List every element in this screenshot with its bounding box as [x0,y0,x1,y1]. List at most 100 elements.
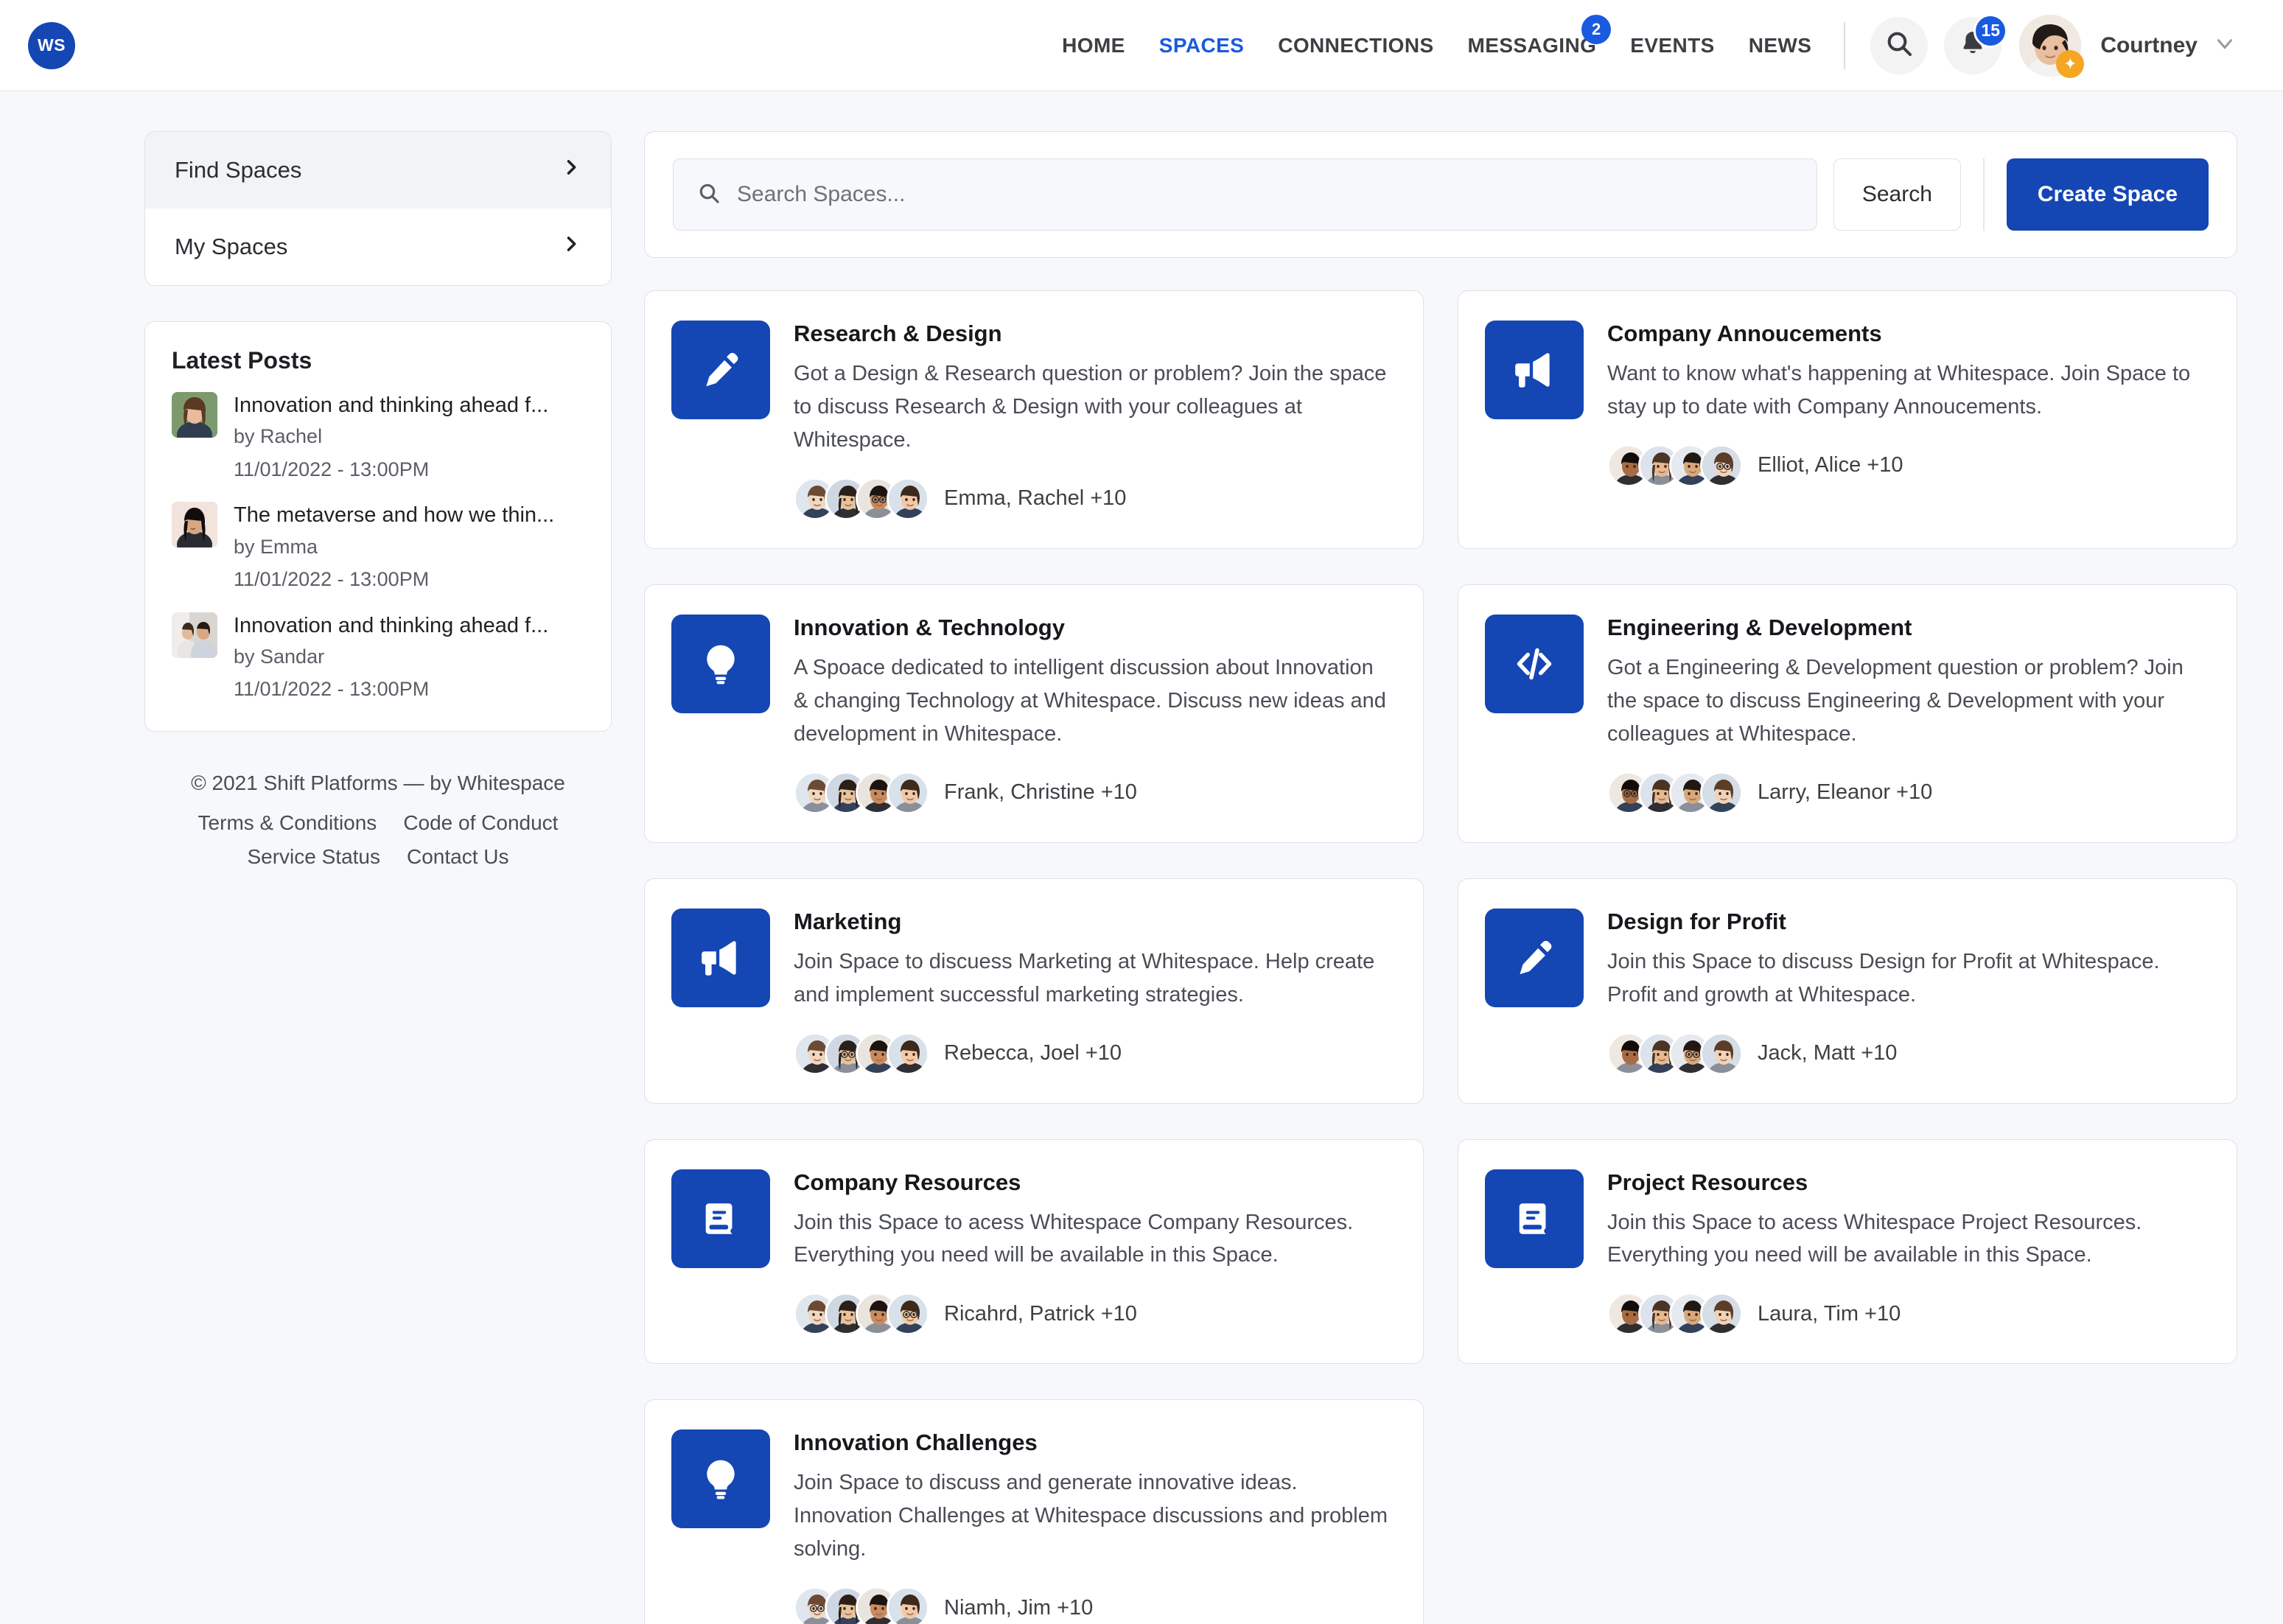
member-avatar [887,1032,929,1075]
space-title: Design for Profit [1607,908,1786,934]
space-members: Rebecca, Joel +10 [794,1032,1392,1075]
space-description: Got a Design & Research question or prob… [794,362,1387,452]
nav-item-connections[interactable]: CONNECTIONS [1278,34,1433,57]
space-card-body: Innovation & Technology A Spoace dedicate… [794,615,1392,814]
nav-divider [1844,21,1846,69]
search-submit-button[interactable]: Search [1833,158,1961,231]
app-logo-text: WS [37,35,66,55]
sidebar-footer: © 2021 Shift Platforms — by Whitespace T… [144,771,612,869]
space-card-body: Engineering & Development Got a Engineeri… [1607,615,2206,814]
sidebar-item-find-spaces[interactable]: Find Spaces [145,132,611,209]
nav-item-label: EVENTS [1630,33,1715,57]
notifications-button[interactable]: 15 [1944,13,2008,74]
space-description: Join this Space to acess Whitespace Comp… [794,1210,1354,1267]
post-body: Innovation and thinking ahead f... by San… [234,612,548,704]
space-members: Niamh, Jim +10 [794,1586,1392,1624]
space-title: Company Annoucements [1607,321,1882,346]
latest-post-item[interactable]: The metaverse and how we thin... by Emma 1… [172,502,584,594]
post-title: The metaverse and how we thin... [234,503,555,528]
lightbulb-icon [671,1429,770,1529]
latest-posts-title: Latest Posts [172,347,312,374]
space-card-body: Company Annoucements Want to know what's … [1607,321,2206,520]
pencil-icon [1485,908,1584,1007]
nav-item-label: SPACES [1158,33,1245,57]
member-avatar [887,1586,929,1624]
code-icon [1485,614,1584,713]
chevron-right-icon [561,157,581,183]
latest-posts-list: Innovation and thinking ahead f... by Rac… [172,392,584,704]
megaphone-icon [671,908,770,1007]
space-title: Marketing [794,908,902,934]
app-logo[interactable]: WS [28,21,75,69]
nav-item-messaging[interactable]: MESSAGING 2 [1468,14,1612,57]
footer-links: Terms & Conditions Code of Conduct Service… [144,811,612,869]
user-avatar[interactable]: ✦ [2019,14,2085,78]
space-title: Company Resources [794,1169,1021,1195]
nav-item-spaces[interactable]: SPACES [1159,34,1244,57]
post-title: Innovation and thinking ahead f... [234,613,549,637]
member-avatar [1700,1032,1743,1075]
pencil-icon [671,321,770,419]
space-card[interactable]: Project Resources Join this Space to aces… [1458,1138,2237,1365]
space-title: Innovation Challenges [794,1429,1038,1456]
create-space-button[interactable]: Create Space [2006,158,2209,231]
space-card-body: Research & Design Got a Design & Research… [794,321,1392,520]
space-members-label: Ricahrd, Patrick +10 [944,1301,1137,1326]
member-avatar [1700,1292,1743,1336]
post-body: The metaverse and how we thin... by Emma 1… [234,502,554,594]
member-avatar-stack [1607,1292,1743,1336]
search-button[interactable] [1870,16,1929,74]
space-members-label: Elliot, Alice +10 [1758,453,1903,477]
space-members: Frank, Christine +10 [794,771,1392,814]
chevron-down-icon[interactable] [2212,31,2237,60]
page-body: Find Spaces My Spaces Latest Posts Innova… [0,91,2283,1624]
main-nav: HOME SPACES CONNECTIONS MESSAGING 2 EVENTS NEW… [1062,14,1838,57]
footer-link-service-status[interactable]: Service Status [247,845,380,869]
search-input[interactable] [737,182,1793,207]
space-card-body: Innovation Challenges Join Space to discu… [794,1429,1392,1624]
nav-item-news[interactable]: NEWS [1749,34,1812,57]
space-card[interactable]: Design for Profit Join this Space to disc… [1458,878,2237,1104]
space-members: Ricahrd, Patrick +10 [794,1292,1392,1336]
space-card[interactable]: Company Resources Join this Space to aces… [644,1138,1424,1365]
space-members: Larry, Eleanor +10 [1607,771,2206,814]
latest-post-item[interactable]: Innovation and thinking ahead f... by San… [172,612,584,704]
member-avatar-stack [794,1292,929,1336]
space-card-body: Project Resources Join this Space to aces… [1607,1169,2206,1336]
post-author: by Sandar [234,645,325,668]
space-members: Emma, Rachel +10 [794,477,1392,520]
latest-post-item[interactable]: Innovation and thinking ahead f... by Rac… [172,392,584,484]
space-card[interactable]: Company Annoucements Want to know what's … [1458,290,2237,549]
footer-link-code-of-conduct[interactable]: Code of Conduct [403,811,558,835]
space-card[interactable]: Innovation & Technology A Spoace dedicate… [644,584,1424,843]
space-card[interactable]: Marketing Join Space to discuess Marketin… [644,878,1424,1104]
spaces-grid: Research & Design Got a Design & Research… [644,290,2237,1624]
latest-posts-panel: Latest Posts Innovation and thinking ahe… [144,321,612,732]
member-avatar-stack [794,771,929,814]
book-icon [671,1169,770,1268]
post-timestamp: 11/01/2022 - 13:00PM [234,568,430,590]
space-card[interactable]: Engineering & Development Got a Engineeri… [1458,584,2237,843]
footer-link-contact-us[interactable]: Contact Us [407,845,509,869]
space-card-body: Design for Profit Join this Space to disc… [1607,909,2206,1075]
sidebar-item-my-spaces[interactable]: My Spaces [145,209,611,285]
space-card-body: Company Resources Join this Space to aces… [794,1169,1392,1336]
space-card[interactable]: Research & Design Got a Design & Research… [644,290,1424,549]
nav-item-events[interactable]: EVENTS [1630,34,1714,57]
member-avatar [887,477,929,520]
space-members: Elliot, Alice +10 [1607,444,2206,487]
space-card[interactable]: Innovation Challenges Join Space to discu… [644,1399,1424,1624]
space-description: A Spoace dedicated to intelligent discus… [794,655,1386,746]
username-label[interactable]: Courtney [2100,33,2198,58]
space-title: Innovation & Technology [794,614,1065,640]
space-members-label: Larry, Eleanor +10 [1758,780,1933,805]
member-avatar [1700,771,1743,814]
space-title: Engineering & Development [1607,614,1912,640]
space-members-label: Niamh, Jim +10 [944,1595,1094,1620]
nav-item-home[interactable]: HOME [1062,34,1125,57]
footer-link-terms-conditions[interactable]: Terms & Conditions [198,811,377,835]
space-description: Join this Space to acess Whitespace Proj… [1607,1210,2142,1267]
search-icon [697,181,721,209]
search-field-wrapper[interactable] [673,158,1817,231]
member-avatar-stack [1607,1032,1743,1075]
